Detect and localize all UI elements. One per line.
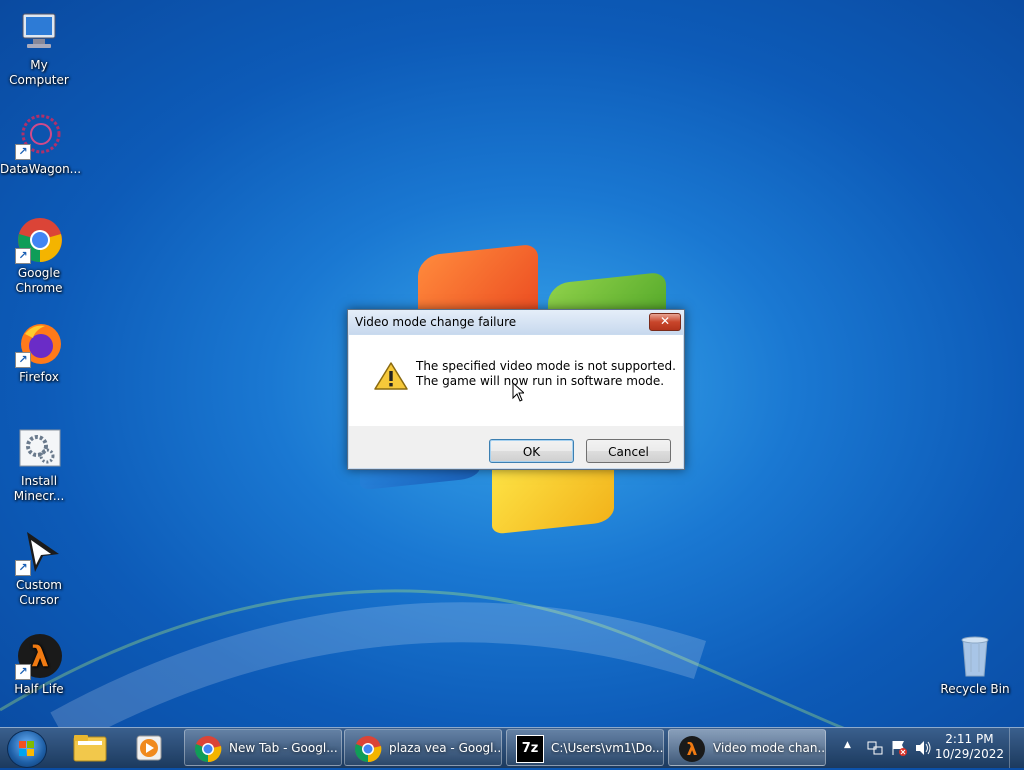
taskbar-window-label: C:\Users\vm1\Do... [551,741,663,755]
action-center-flag-icon[interactable] [890,739,908,757]
windows-logo-icon [19,741,34,756]
dialog-message-line1: The specified video mode is not supporte… [416,359,676,373]
recycle-bin-icon [951,632,999,680]
taskbar-window-chrome-newtab[interactable]: New Tab - Googl... [184,729,342,766]
wallpaper-swoosh [0,589,852,730]
taskbar: New Tab - Googl... plaza vea - Googl... … [0,727,1024,768]
pinned-file-explorer[interactable] [64,731,116,765]
dialog-title: Video mode change failure [355,315,517,329]
close-icon: ✕ [659,314,671,328]
halflife-icon: λ [679,736,705,762]
computer-icon [15,8,63,56]
warning-icon [374,361,408,391]
taskbar-window-chrome-plazavea[interactable]: plaza vea - Googl... [344,729,502,766]
taskbar-window-label: plaza vea - Googl... [389,741,501,755]
clock-date: 10/29/2022 [934,747,1004,761]
7zip-icon: 7z [516,735,544,763]
datawagon-icon: ↗ [15,112,63,160]
show-hidden-icons-button[interactable]: ▲ [844,740,851,750]
cursor-icon: ↗ [15,528,63,576]
desktop-icon-label: DataWagon... [0,162,82,176]
shortcut-arrow-icon: ↗ [15,560,31,576]
desktop-icon-custom-cursor[interactable]: ↗ Custom Cursor [0,528,78,608]
network-icon[interactable] [866,739,884,757]
clock-time: 2:11 PM [945,732,994,746]
shortcut-arrow-icon: ↗ [15,144,31,160]
desktop-icon-firefox[interactable]: ↗ Firefox [0,320,78,385]
desktop-icon-install-minecraft[interactable]: Install Minecr... [0,424,78,504]
desktop-icon-my-computer[interactable]: My Computer [0,8,78,88]
shortcut-arrow-icon: ↗ [15,248,31,264]
system-clock[interactable]: 2:11 PM 10/29/2022 [935,732,1004,762]
show-desktop-button[interactable] [1009,728,1024,768]
media-player-icon [136,735,162,761]
volume-icon[interactable] [914,739,932,757]
desktop-icon-label: Google Chrome [15,266,63,295]
desktop-icon-half-life[interactable]: λ ↗ Half Life [0,632,78,697]
halflife-icon: λ ↗ [15,632,63,680]
dialog-titlebar[interactable]: Video mode change failure ✕ [348,310,684,334]
start-button[interactable] [7,730,47,768]
desktop-icon-recycle-bin[interactable]: Recycle Bin [936,632,1014,697]
shortcut-arrow-icon: ↗ [15,664,31,680]
desktop-icon-label: My Computer [9,58,69,87]
dialog-message-line2: The game will now run in software mode. [416,374,665,388]
firefox-icon: ↗ [15,320,63,368]
desktop-icon-chrome[interactable]: ↗ Google Chrome [0,216,78,296]
close-button[interactable]: ✕ [649,313,681,331]
dialog-content: The specified video mode is not supporte… [349,335,683,426]
desktop-icon-label: Firefox [19,370,59,384]
desktop-icon-label: Install Minecr... [13,474,65,503]
svg-text:λ: λ [31,640,49,673]
pinned-media-player[interactable] [122,731,174,765]
installer-icon [15,424,63,472]
notification-area: ▲ [842,728,942,768]
taskbar-window-7zip[interactable]: 7z C:\Users\vm1\Do... [506,729,664,766]
chrome-icon [195,736,222,763]
mouse-pointer-icon [512,381,526,402]
file-explorer-icon [73,735,107,762]
desktop-icon-label: Custom Cursor [16,578,62,607]
chrome-icon [355,736,382,763]
desktop-icon-label: Recycle Bin [940,682,1010,696]
cancel-button[interactable]: Cancel [586,439,671,463]
dialog-footer: OK Cancel [349,426,683,468]
desktop-icon-label: Half Life [14,682,64,696]
shortcut-arrow-icon: ↗ [15,352,31,368]
ok-button[interactable]: OK [489,439,574,463]
svg-text:λ: λ [687,740,698,760]
taskbar-window-label: New Tab - Googl... [229,741,338,755]
chrome-icon: ↗ [15,216,63,264]
taskbar-window-label: Video mode chan... [713,741,825,755]
taskbar-window-halflife-dialog[interactable]: λ Video mode chan... [668,729,826,766]
dialog-message: The specified video mode is not supporte… [416,359,676,389]
desktop-icon-datawagon[interactable]: ↗ DataWagon... [0,112,82,177]
